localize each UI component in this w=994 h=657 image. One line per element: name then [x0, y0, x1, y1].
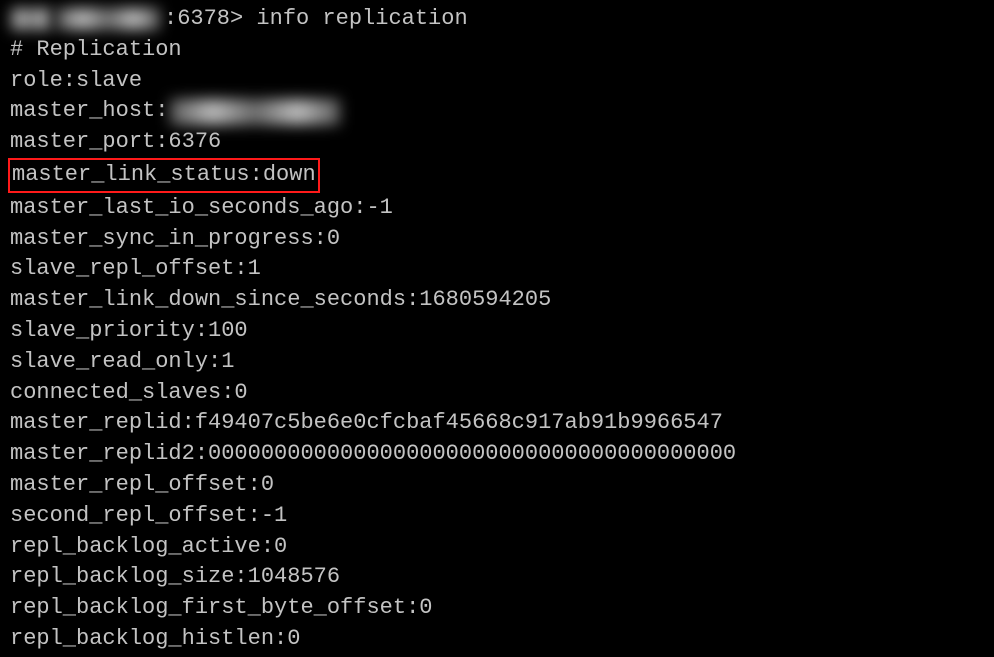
prompt-port: :6378> [164, 4, 243, 35]
output-master-last-io: master_last_io_seconds_ago:-1 [10, 193, 984, 224]
output-slave-priority: slave_priority:100 [10, 316, 984, 347]
output-repl-backlog-histlen: repl_backlog_histlen:0 [10, 624, 984, 655]
highlight-annotation: master_link_status:down [8, 158, 320, 193]
output-slave-read-only: slave_read_only:1 [10, 347, 984, 378]
output-connected-slaves: connected_slaves:0 [10, 378, 984, 409]
redacted-ip-part1 [10, 8, 52, 30]
output-role: role:slave [10, 66, 984, 97]
command-text: info replication [256, 4, 467, 35]
output-master-repl-offset: master_repl_offset:0 [10, 470, 984, 501]
terminal-prompt-line: :6378> info replication [10, 4, 984, 35]
output-master-link-down: master_link_down_since_seconds:168059420… [10, 285, 984, 316]
section-header: # Replication [10, 35, 984, 66]
output-repl-backlog-active: repl_backlog_active:0 [10, 532, 984, 563]
redacted-ip-part2 [56, 8, 160, 30]
output-master-host: master_host: [10, 96, 984, 127]
master-host-key: master_host: [10, 96, 168, 127]
highlighted-line-container: master_link_status:down [10, 158, 984, 193]
output-repl-backlog-size: repl_backlog_size:1048576 [10, 562, 984, 593]
output-master-link-status: master_link_status:down [12, 162, 316, 187]
output-repl-backlog-first: repl_backlog_first_byte_offset:0 [10, 593, 984, 624]
redacted-master-host [170, 99, 340, 125]
output-slave-repl-offset: slave_repl_offset:1 [10, 254, 984, 285]
output-second-repl-offset: second_repl_offset:-1 [10, 501, 984, 532]
output-master-replid2: master_replid2:0000000000000000000000000… [10, 439, 984, 470]
output-master-port: master_port:6376 [10, 127, 984, 158]
output-master-sync: master_sync_in_progress:0 [10, 224, 984, 255]
output-master-replid: master_replid:f49407c5be6e0cfcbaf45668c9… [10, 408, 984, 439]
